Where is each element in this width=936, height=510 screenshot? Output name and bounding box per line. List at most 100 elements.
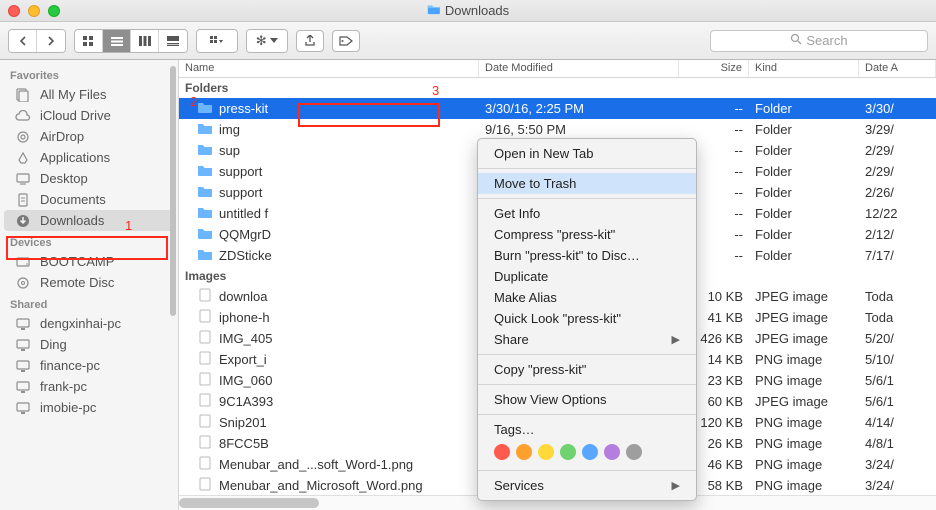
back-button[interactable] bbox=[9, 30, 37, 52]
col-date[interactable]: Date Modified bbox=[479, 60, 679, 77]
search-field[interactable]: Search bbox=[710, 30, 928, 52]
file-kind: PNG image bbox=[749, 478, 859, 493]
col-date-added[interactable]: Date A bbox=[859, 60, 936, 77]
close-icon[interactable] bbox=[8, 5, 20, 17]
sidebar-item-label: Ding bbox=[40, 337, 67, 352]
file-icon bbox=[197, 351, 213, 368]
file-kind: Folder bbox=[749, 122, 859, 137]
folder-icon bbox=[197, 184, 213, 201]
maximize-icon[interactable] bbox=[48, 5, 60, 17]
sidebar-item-label: AirDrop bbox=[40, 129, 84, 144]
downloads-icon bbox=[14, 214, 32, 228]
context-separator bbox=[478, 168, 696, 169]
file-kind: JPEG image bbox=[749, 310, 859, 325]
context-item-share[interactable]: Share▶ bbox=[478, 329, 696, 350]
sidebar-item-bootcamp[interactable]: BOOTCAMP bbox=[0, 251, 178, 272]
file-date-added: 5/10/ bbox=[859, 352, 936, 367]
context-item-tags-[interactable]: Tags… bbox=[478, 419, 696, 440]
sidebar-section-header: Shared bbox=[0, 293, 178, 313]
file-name: downloa bbox=[219, 289, 267, 304]
sidebar-item-remote-disc[interactable]: Remote Disc bbox=[0, 272, 178, 293]
file-date-added: 2/26/ bbox=[859, 185, 936, 200]
sidebar-scrollbar[interactable] bbox=[170, 66, 176, 316]
file-date-added: 4/8/1 bbox=[859, 436, 936, 451]
tag-color[interactable] bbox=[626, 444, 642, 460]
file-kind: JPEG image bbox=[749, 394, 859, 409]
folder-icon bbox=[197, 142, 213, 159]
context-item-make-alias[interactable]: Make Alias bbox=[478, 287, 696, 308]
file-date-added: Toda bbox=[859, 289, 936, 304]
tag-color[interactable] bbox=[604, 444, 620, 460]
sidebar-item-airdrop[interactable]: AirDrop bbox=[0, 126, 178, 147]
tag-color[interactable] bbox=[560, 444, 576, 460]
file-name: support bbox=[219, 164, 262, 179]
view-icon-button[interactable] bbox=[75, 30, 103, 52]
context-item-move-to-trash[interactable]: Move to Trash bbox=[478, 173, 696, 194]
file-row[interactable]: img9/16, 5:50 PM--Folder3/29/ bbox=[179, 119, 936, 140]
disk-icon bbox=[14, 255, 32, 269]
sidebar-item-documents[interactable]: Documents bbox=[0, 189, 178, 210]
action-button[interactable]: ✻ bbox=[246, 29, 288, 53]
file-date-added: 5/20/ bbox=[859, 331, 936, 346]
context-item-label: Burn "press-kit" to Disc… bbox=[494, 248, 640, 263]
context-item-duplicate[interactable]: Duplicate bbox=[478, 266, 696, 287]
disc-icon bbox=[14, 276, 32, 290]
context-item-burn-press-kit-to-disc-[interactable]: Burn "press-kit" to Disc… bbox=[478, 245, 696, 266]
context-item-copy-press-kit-[interactable]: Copy "press-kit" bbox=[478, 359, 696, 380]
sidebar-item-label: frank-pc bbox=[40, 379, 87, 394]
tag-color[interactable] bbox=[582, 444, 598, 460]
column-header[interactable]: Name Date Modified Size Kind Date A bbox=[179, 60, 936, 78]
file-date-added: 5/6/1 bbox=[859, 394, 936, 409]
tag-color[interactable] bbox=[538, 444, 554, 460]
context-item-open-in-new-tab[interactable]: Open in New Tab bbox=[478, 143, 696, 164]
view-list-button[interactable] bbox=[103, 30, 131, 52]
sidebar-item-imobie-pc[interactable]: imobie-pc bbox=[0, 397, 178, 418]
sidebar-item-desktop[interactable]: Desktop bbox=[0, 168, 178, 189]
sidebar-item-frank-pc[interactable]: frank-pc bbox=[0, 376, 178, 397]
file-name: sup bbox=[219, 143, 240, 158]
context-item-label: Tags… bbox=[494, 422, 534, 437]
context-item-compress-press-kit-[interactable]: Compress "press-kit" bbox=[478, 224, 696, 245]
toolbar: ✻ Search bbox=[0, 22, 936, 60]
chevron-right-icon: ▶ bbox=[672, 333, 680, 346]
file-kind: PNG image bbox=[749, 457, 859, 472]
gear-icon: ✻ bbox=[256, 33, 267, 49]
context-item-show-view-options[interactable]: Show View Options bbox=[478, 389, 696, 410]
context-item-quick-look-press-kit-[interactable]: Quick Look "press-kit" bbox=[478, 308, 696, 329]
file-date-added: 7/17/ bbox=[859, 248, 936, 263]
file-row[interactable]: press-kit3/30/16, 2:25 PM--Folder3/30/ bbox=[179, 98, 936, 119]
file-kind: PNG image bbox=[749, 373, 859, 388]
arrange-button[interactable] bbox=[196, 29, 238, 53]
folder-icon bbox=[197, 247, 213, 264]
sidebar-item-downloads[interactable]: Downloads bbox=[4, 210, 174, 231]
view-column-button[interactable] bbox=[131, 30, 159, 52]
col-kind[interactable]: Kind bbox=[749, 60, 859, 77]
context-item-services[interactable]: Services▶ bbox=[478, 475, 696, 496]
sidebar-item-finance-pc[interactable]: finance-pc bbox=[0, 355, 178, 376]
sidebar-item-dengxinhai-pc[interactable]: dengxinhai-pc bbox=[0, 313, 178, 334]
tag-color[interactable] bbox=[494, 444, 510, 460]
context-separator bbox=[478, 470, 696, 471]
col-name[interactable]: Name bbox=[179, 60, 479, 77]
sidebar-item-applications[interactable]: Applications bbox=[0, 147, 178, 168]
titlebar: Downloads bbox=[0, 0, 936, 22]
forward-button[interactable] bbox=[37, 30, 65, 52]
sidebar-item-icloud-drive[interactable]: iCloud Drive bbox=[0, 105, 178, 126]
sidebar-item-label: Desktop bbox=[40, 171, 88, 186]
sidebar-item-all-my-files[interactable]: All My Files bbox=[0, 84, 178, 105]
context-item-label: Get Info bbox=[494, 206, 540, 221]
sidebar-item-ding[interactable]: Ding bbox=[0, 334, 178, 355]
tag-color[interactable] bbox=[516, 444, 532, 460]
window-title: Downloads bbox=[427, 3, 509, 18]
share-button[interactable] bbox=[296, 30, 324, 52]
sidebar-item-label: Applications bbox=[40, 150, 110, 165]
file-date-added: 3/24/ bbox=[859, 457, 936, 472]
col-size[interactable]: Size bbox=[679, 60, 749, 77]
pc-icon bbox=[14, 380, 32, 394]
tags-button[interactable] bbox=[332, 30, 360, 52]
view-coverflow-button[interactable] bbox=[159, 30, 187, 52]
file-date-added: 5/6/1 bbox=[859, 373, 936, 388]
file-kind: Folder bbox=[749, 227, 859, 242]
context-item-get-info[interactable]: Get Info bbox=[478, 203, 696, 224]
minimize-icon[interactable] bbox=[28, 5, 40, 17]
